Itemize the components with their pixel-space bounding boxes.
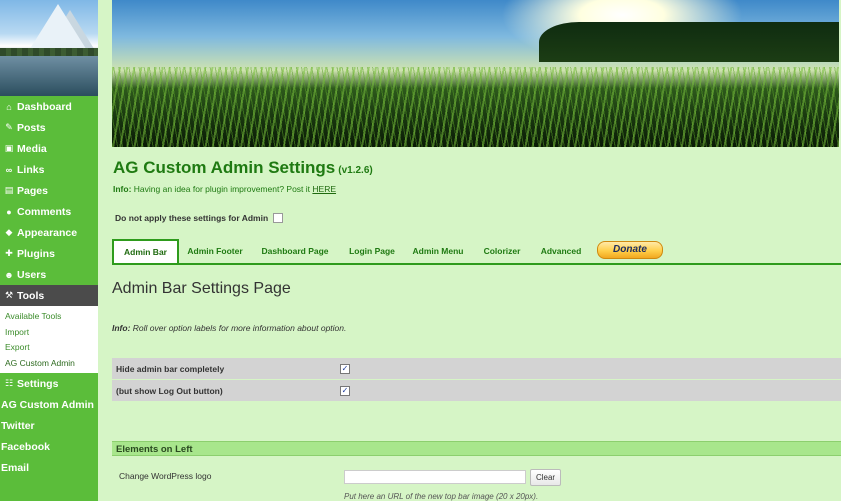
sidebar-logo-image <box>0 0 98 96</box>
info-text: Having an idea for plugin improvement? P… <box>133 184 311 194</box>
sidebar-item-ag-custom-admin[interactable]: AG Custom Admin <box>0 394 98 415</box>
sidebar-item-plugins[interactable]: ✚ Plugins <box>0 243 98 264</box>
submenu-available-tools[interactable]: Available Tools <box>0 309 98 325</box>
settings-icon: ☷ <box>4 378 14 388</box>
sidebar-item-label: Media <box>17 142 47 155</box>
users-icon: ☻ <box>4 269 14 280</box>
info-text: Roll over option labels for more informa… <box>132 323 347 333</box>
sidebar-item-email[interactable]: Email <box>0 457 98 478</box>
admin-sidebar: ⌂ Dashboard ✎ Posts ▣ Media ∞ Links ▤ Pages ●… <box>0 0 98 501</box>
group-header-elements-left: Elements on Left <box>112 441 841 456</box>
sidebar-item-label: Pages <box>17 184 48 197</box>
sidebar-item-comments[interactable]: ● Comments <box>0 201 98 222</box>
logo-help-text: Put here an URL of the new top bar image… <box>344 492 539 501</box>
here-link[interactable]: HERE <box>312 184 336 194</box>
tab-login-page[interactable]: Login Page <box>343 239 401 263</box>
hide-admin-bar-checkbox[interactable]: ✓ <box>340 363 350 374</box>
option-row-show-logout: (but show Log Out button) ✓ <box>112 380 841 401</box>
settings-tabs: Admin Bar Admin Footer Dashboard Page Lo… <box>112 239 841 265</box>
version-badge: (v1.2.6) <box>338 165 373 176</box>
submenu-export[interactable]: Export <box>0 340 98 356</box>
pin-icon: ✎ <box>5 122 13 132</box>
option-row-hide-admin-bar: Hide admin bar completely ✓ <box>112 358 841 379</box>
sidebar-item-label: Appearance <box>17 226 78 239</box>
option-label[interactable]: Hide admin bar completely <box>116 364 224 374</box>
page-title: AG Custom Admin Settings (v1.2.6) <box>113 158 373 178</box>
plugin-icon: ✚ <box>5 248 13 258</box>
logo-url-input[interactable] <box>344 470 526 484</box>
sidebar-item-label: Users <box>17 268 47 281</box>
info-label: Info: <box>112 323 131 333</box>
sidebar-item-users[interactable]: ☻ Users <box>0 264 98 285</box>
tab-admin-bar[interactable]: Admin Bar <box>112 239 179 263</box>
sidebar-item-settings[interactable]: ☷ Settings <box>0 373 98 394</box>
sidebar-item-links[interactable]: ∞ Links <box>0 159 98 180</box>
sidebar-item-label: Plugins <box>17 247 55 260</box>
tab-advanced[interactable]: Advanced <box>536 239 586 263</box>
donate-button[interactable]: Donate <box>597 241 663 259</box>
sidebar-item-media[interactable]: ▣ Media <box>0 138 98 159</box>
info-label: Info: <box>113 184 132 194</box>
tools-icon: ⚒ <box>4 290 14 300</box>
home-icon: ⌂ <box>6 101 12 112</box>
media-icon: ▣ <box>4 143 14 153</box>
appearance-icon: ◆ <box>5 227 13 237</box>
sidebar-item-appearance[interactable]: ◆ Appearance <box>0 222 98 243</box>
improvement-info: Info: Having an idea for plugin improvem… <box>113 184 336 194</box>
change-logo-label[interactable]: Change WordPress logo <box>119 471 211 481</box>
sidebar-item-label: Tools <box>17 289 45 302</box>
sidebar-item-facebook[interactable]: Facebook <box>0 436 98 457</box>
title-text: AG Custom Admin Settings <box>113 158 336 177</box>
sidebar-item-label: Posts <box>17 121 46 134</box>
admin-skip-checkbox[interactable] <box>273 213 284 223</box>
sidebar-item-label: Links <box>17 163 45 176</box>
pages-icon: ▤ <box>4 185 14 195</box>
sidebar-item-tools[interactable]: ⚒ Tools <box>0 285 98 306</box>
option-label[interactable]: (but show Log Out button) <box>116 386 223 396</box>
sidebar-menu: ⌂ Dashboard ✎ Posts ▣ Media ∞ Links ▤ Pages ●… <box>0 96 98 478</box>
sidebar-item-dashboard[interactable]: ⌂ Dashboard <box>0 96 98 117</box>
tab-colorizer[interactable]: Colorizer <box>478 239 526 263</box>
sidebar-item-pages[interactable]: ▤ Pages <box>0 180 98 201</box>
link-icon: ∞ <box>5 164 13 175</box>
sidebar-item-label: Facebook <box>1 440 51 453</box>
section-info: Info: Roll over option labels for more i… <box>112 323 346 333</box>
submenu-import[interactable]: Import <box>0 325 98 341</box>
submenu-ag-custom-admin[interactable]: AG Custom Admin <box>0 356 98 372</box>
section-heading: Admin Bar Settings Page <box>112 280 291 297</box>
sidebar-item-twitter[interactable]: Twitter <box>0 415 98 436</box>
tools-submenu: Available Tools Import Export AG Custom … <box>0 306 98 373</box>
clear-button[interactable]: Clear <box>530 469 561 486</box>
show-logout-checkbox[interactable]: ✓ <box>340 385 350 396</box>
tab-admin-menu[interactable]: Admin Menu <box>408 239 468 263</box>
sidebar-item-posts[interactable]: ✎ Posts <box>0 117 98 138</box>
sidebar-item-label: Twitter <box>1 419 35 432</box>
sidebar-item-label: AG Custom Admin <box>1 398 94 411</box>
admin-skip-label: Do not apply these settings for Admin <box>115 213 269 223</box>
tab-dashboard-page[interactable]: Dashboard Page <box>254 239 336 263</box>
sidebar-item-label: Dashboard <box>17 100 72 113</box>
admin-skip-option: Do not apply these settings for Admin <box>115 213 284 223</box>
tab-admin-footer[interactable]: Admin Footer <box>182 239 248 263</box>
comment-icon: ● <box>6 206 12 217</box>
sidebar-item-label: Comments <box>17 205 72 218</box>
sidebar-item-label: Email <box>1 461 30 474</box>
header-banner-image <box>112 0 839 147</box>
sidebar-item-label: Settings <box>17 377 59 390</box>
